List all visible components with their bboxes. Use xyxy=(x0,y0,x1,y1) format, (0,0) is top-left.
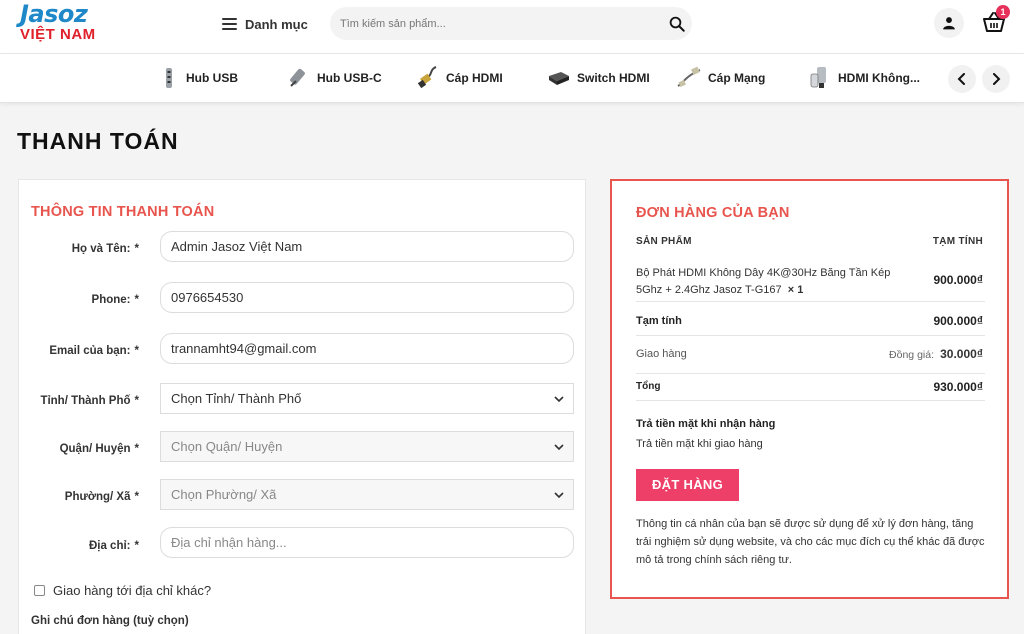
category-next-button[interactable] xyxy=(982,65,1010,93)
chevron-down-icon xyxy=(554,396,564,403)
category-prev-button[interactable] xyxy=(948,65,976,93)
divider xyxy=(636,301,985,302)
hdmi-cable-icon xyxy=(417,66,437,89)
category-label: Cáp Mạng xyxy=(708,71,766,85)
divider xyxy=(636,373,985,374)
category-switch-hdmi[interactable]: Switch HDMI xyxy=(547,64,650,92)
category-menu-button[interactable]: Danh mục xyxy=(222,12,308,36)
address-label: Địa chỉ: * xyxy=(88,540,139,552)
required-mark: * xyxy=(134,345,139,357)
shipping-value: Đồng giá: 30.000₫ xyxy=(889,347,983,361)
column-product: SẢN PHẨM xyxy=(636,236,692,247)
logo-subtitle: VIỆT NAM xyxy=(20,26,96,43)
site-header: Jasoz VIỆT NAM Danh mục 1 xyxy=(0,0,1024,54)
category-hub-usb-c[interactable]: Hub USB-C xyxy=(287,64,382,92)
subtotal-value: 900.000₫ xyxy=(933,314,983,328)
privacy-notice: Thông tin cá nhân của bạn sẽ được sử dụn… xyxy=(636,518,985,566)
subtotal-label: Tạm tính xyxy=(636,315,682,327)
cart-count-badge: 1 xyxy=(996,5,1010,19)
category-cap-hdmi[interactable]: Cáp HDMI xyxy=(416,64,503,92)
ward-select-value: Chọn Phường/ Xã xyxy=(171,487,277,502)
user-icon xyxy=(943,17,955,30)
category-label: Hub USB xyxy=(186,71,238,85)
email-field[interactable] xyxy=(160,333,574,364)
required-mark: * xyxy=(134,540,139,552)
district-label: Quận/ Huyện * xyxy=(59,443,139,455)
usb-c-hub-icon xyxy=(290,68,305,87)
category-label: Cáp HDMI xyxy=(446,71,503,85)
name-label: Họ và Tên: * xyxy=(71,243,139,255)
total-label: Tổng xyxy=(636,381,661,392)
required-mark: * xyxy=(134,294,139,306)
order-item-price: 900.000₫ xyxy=(933,273,983,287)
district-select-value: Chọn Quận/ Huyện xyxy=(171,439,283,454)
city-label: Tỉnh/ Thành Phố * xyxy=(40,395,139,407)
order-notes-label: Ghi chú đơn hàng (tuỳ chọn) xyxy=(31,615,189,627)
city-select-value: Chọn Tỉnh/ Thành Phố xyxy=(171,391,302,406)
address-field[interactable] xyxy=(160,527,574,558)
usb-hub-icon xyxy=(166,68,172,88)
hamburger-icon xyxy=(222,18,237,30)
order-item-name: Bộ Phát HDMI Không Dây 4K@30Hz Băng Tần … xyxy=(636,267,891,296)
hdmi-switch-icon xyxy=(549,72,569,85)
category-menu-label: Danh mục xyxy=(245,16,308,32)
name-field[interactable] xyxy=(160,231,574,262)
category-hdmi-khong-day[interactable]: HDMI Không... xyxy=(808,64,920,92)
site-logo[interactable]: Jasoz VIỆT NAM xyxy=(20,2,112,46)
column-subtotal: TẠM TÍNH xyxy=(932,236,983,247)
order-heading: ĐƠN HÀNG CỦA BẠN xyxy=(636,205,790,221)
ward-select[interactable]: Chọn Phường/ Xã xyxy=(160,479,574,510)
search-bar xyxy=(330,7,692,40)
category-label: Switch HDMI xyxy=(577,71,650,85)
chevron-down-icon xyxy=(554,444,564,451)
payment-method-title: Trả tiền mặt khi nhận hàng xyxy=(636,418,776,430)
phone-label: Phone: * xyxy=(91,294,139,306)
category-hub-usb[interactable]: Hub USB xyxy=(158,64,238,92)
search-icon[interactable] xyxy=(668,15,686,33)
divider xyxy=(636,400,985,401)
email-label: Email của bạn: * xyxy=(49,345,139,357)
ship-different-address-checkbox[interactable]: Giao hàng tới địa chỉ khác? xyxy=(34,583,211,598)
chevron-down-icon xyxy=(554,492,564,499)
logo-wordmark: Jasoz xyxy=(20,0,88,28)
wireless-hdmi-icon xyxy=(810,67,826,88)
billing-heading: THÔNG TIN THANH TOÁN xyxy=(31,204,215,220)
shipping-label: Giao hàng xyxy=(636,348,687,360)
category-bar: Hub USB Hub USB-C Cáp HDMI Switch HDMI C… xyxy=(0,54,1024,103)
order-item-quantity: × 1 xyxy=(787,284,804,296)
page-title: THANH TOÁN xyxy=(17,128,179,154)
billing-form: THÔNG TIN THANH TOÁN Họ và Tên:* Phone:*… xyxy=(18,179,586,634)
checkbox-box[interactable] xyxy=(34,585,45,596)
required-mark: * xyxy=(134,243,139,255)
divider xyxy=(636,335,985,336)
city-select[interactable]: Chọn Tỉnh/ Thành Phố xyxy=(160,383,574,414)
required-mark: * xyxy=(134,395,139,407)
category-label: Hub USB-C xyxy=(317,71,382,85)
chevron-right-icon xyxy=(993,73,1001,85)
required-mark: * xyxy=(134,491,139,503)
total-value: 930.000₫ xyxy=(933,380,983,394)
phone-field[interactable] xyxy=(160,282,574,313)
account-button[interactable] xyxy=(934,8,964,38)
category-label: HDMI Không... xyxy=(838,71,920,85)
ward-label: Phường/ Xã * xyxy=(64,491,139,503)
chevron-left-icon xyxy=(957,73,965,85)
required-mark: * xyxy=(134,443,139,455)
place-order-button[interactable]: ĐẶT HÀNG xyxy=(636,469,739,501)
payment-method-description: Trả tiền mặt khi giao hàng xyxy=(636,438,763,450)
district-select[interactable]: Chọn Quận/ Huyện xyxy=(160,431,574,462)
network-cable-icon xyxy=(677,66,701,87)
ship-different-address-label: Giao hàng tới địa chỉ khác? xyxy=(53,583,212,598)
category-cap-mang[interactable]: Cáp Mạng xyxy=(676,64,765,92)
search-input[interactable] xyxy=(330,7,650,40)
order-summary: ĐƠN HÀNG CỦA BẠN SẢN PHẨM TẠM TÍNH Bộ Ph… xyxy=(610,179,1009,599)
